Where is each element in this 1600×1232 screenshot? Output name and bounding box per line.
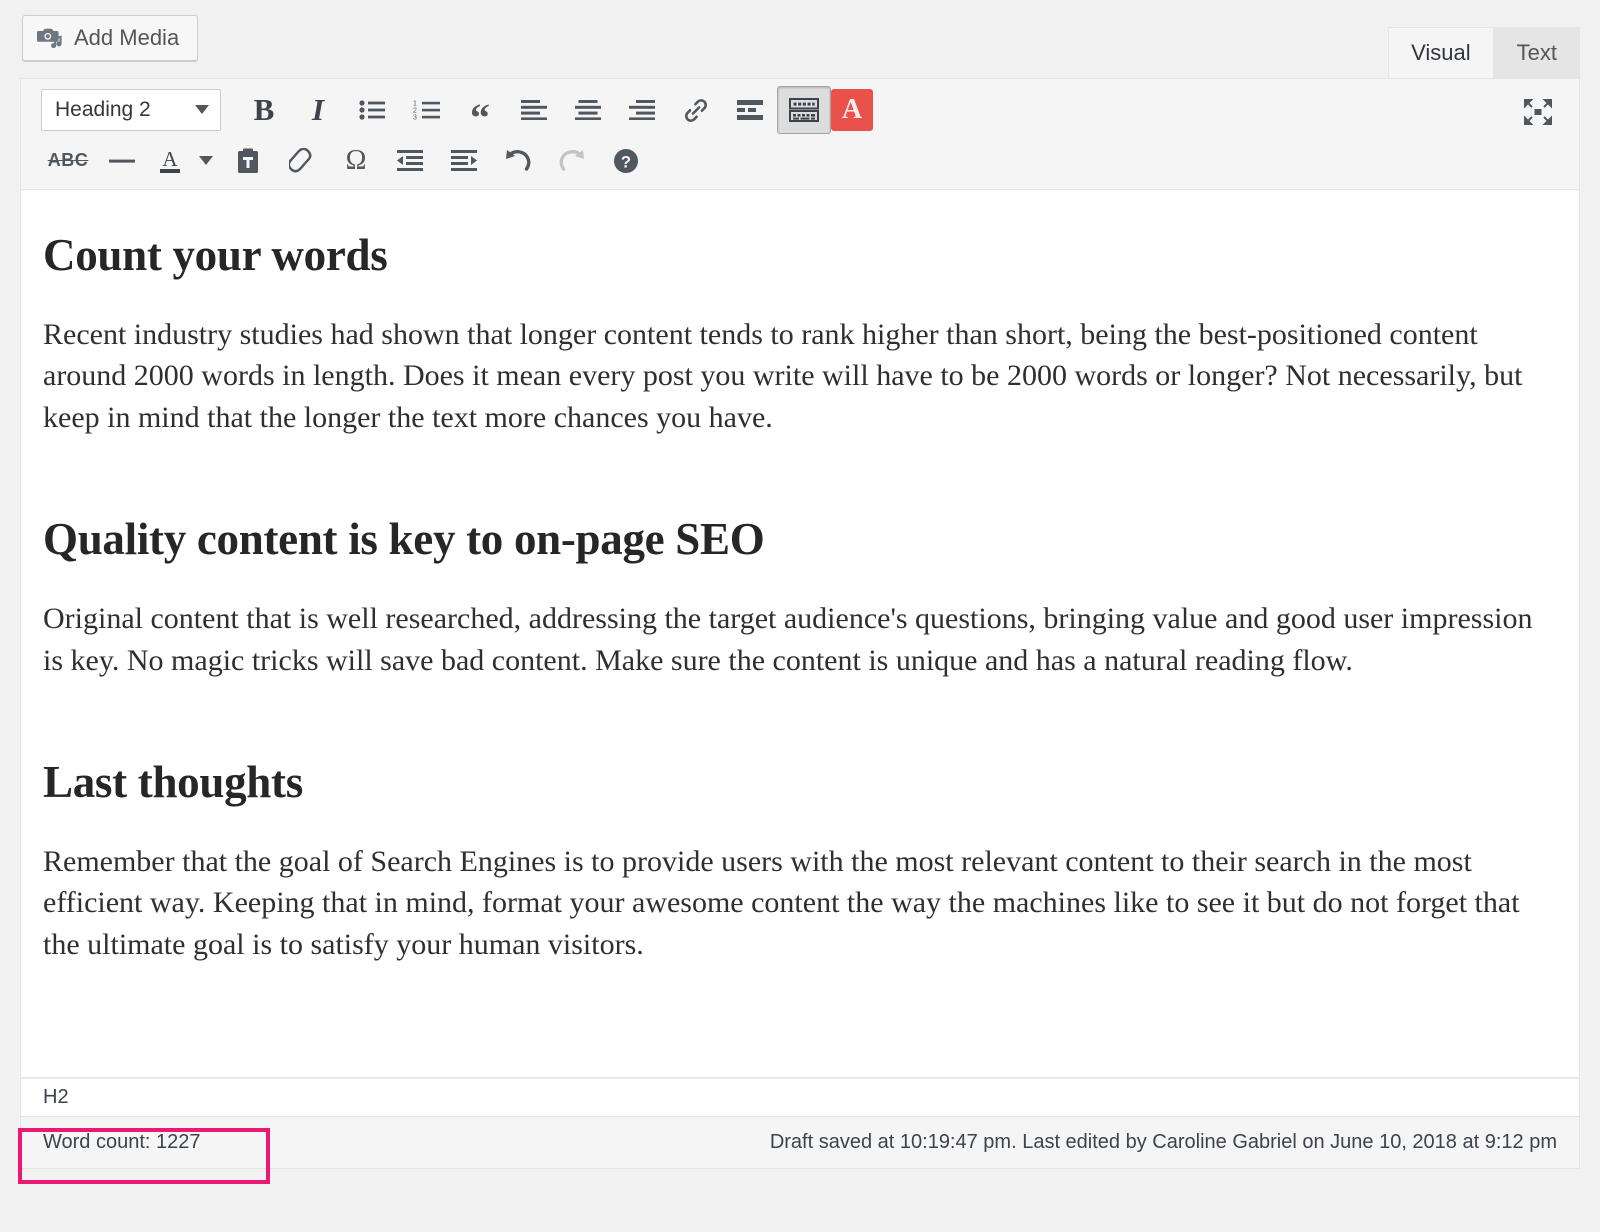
redo-button[interactable]	[545, 137, 599, 185]
paragraph-style-value: Heading 2	[55, 97, 151, 121]
clipboard-text-icon	[237, 148, 259, 174]
strikethrough-button[interactable]: ABC	[41, 137, 95, 185]
media-camera-note-icon	[37, 26, 63, 50]
editor-mode-tabs: Visual Text	[1388, 23, 1580, 79]
content-block: Quality content is key to on-page SEO Or…	[43, 512, 1557, 681]
outdent-icon	[397, 149, 423, 172]
align-right-icon	[629, 99, 655, 120]
content-paragraph: Recent industry studies had shown that l…	[43, 318, 1523, 434]
text-color-button[interactable]: A	[149, 137, 191, 185]
editor-top-bar: Add Media Visual Text	[0, 0, 1600, 79]
content-paragraph: Original content that is well researched…	[43, 602, 1533, 677]
numbered-list-icon: 1 2 3	[413, 99, 440, 121]
align-center-button[interactable]	[561, 86, 615, 134]
increase-indent-button[interactable]	[437, 137, 491, 185]
align-center-icon	[575, 99, 601, 120]
read-more-button[interactable]	[723, 86, 777, 134]
format-toolbar-row-1: Heading 2 B I 1 2 3 “ A	[21, 79, 1579, 140]
content-heading: Count your words	[43, 230, 388, 280]
toolbar-toggle-button[interactable]	[777, 85, 831, 134]
editor-status-bar: Word count: 1227 Draft saved at 10:19:47…	[20, 1117, 1580, 1169]
add-media-button[interactable]: Add Media	[22, 15, 199, 61]
content-paragraph: Remember that the goal of Search Engines…	[43, 844, 1520, 961]
svg-text:3: 3	[413, 114, 417, 121]
format-toolbar-row-2: ABC A Ω ?	[21, 136, 1579, 189]
format-toolbar: Heading 2 B I 1 2 3 “ A ABC A Ω ?	[20, 78, 1580, 190]
align-left-icon	[521, 99, 547, 120]
svg-text:2: 2	[413, 107, 417, 114]
help-question-icon: ?	[613, 148, 639, 174]
horizontal-line-button[interactable]	[95, 137, 149, 185]
undo-button[interactable]	[491, 137, 545, 185]
chevron-down-icon	[195, 105, 209, 114]
redo-arrow-icon	[558, 148, 586, 174]
paragraph-style-select[interactable]: Heading 2	[41, 88, 221, 131]
read-more-icon	[737, 99, 763, 120]
align-left-button[interactable]	[507, 86, 561, 134]
element-path: H2	[43, 1086, 69, 1108]
autosave-notice: Draft saved at 10:19:47 pm. Last edited …	[769, 1131, 1557, 1153]
keyboard-shortcuts-button[interactable]: ?	[599, 137, 653, 185]
align-right-button[interactable]	[615, 86, 669, 134]
decrease-indent-button[interactable]	[383, 137, 437, 185]
red-a-button[interactable]: A	[831, 88, 873, 131]
keyboard-toolbar-icon	[789, 97, 819, 122]
quote-icon: “	[470, 94, 490, 140]
element-path-bar: H2	[20, 1078, 1580, 1117]
bold-button[interactable]: B	[237, 86, 291, 134]
content-heading: Quality content is key to on-page SEO	[43, 514, 765, 565]
content-block: Last thoughts Remember that the goal of …	[43, 755, 1557, 965]
paste-as-text-button[interactable]	[221, 137, 275, 185]
numbered-list-button[interactable]: 1 2 3	[399, 86, 453, 134]
text-color-icon: A	[157, 147, 183, 175]
content-heading: Last thoughts	[43, 756, 303, 807]
post-content-editable[interactable]: Count your words Recent industry studies…	[20, 190, 1580, 1078]
insert-link-button[interactable]	[669, 86, 723, 134]
special-character-button[interactable]: Ω	[329, 137, 383, 185]
bulleted-list-button[interactable]	[345, 86, 399, 134]
link-icon	[682, 97, 710, 123]
italic-button[interactable]: I	[291, 86, 345, 134]
horizontal-rule-icon	[109, 158, 135, 164]
word-count-status: Word count: 1227	[43, 1131, 201, 1153]
text-color-dropdown[interactable]	[191, 137, 221, 185]
add-media-label: Add Media	[74, 25, 180, 50]
fullscreen-arrows-icon	[1523, 98, 1553, 126]
undo-arrow-icon	[504, 148, 532, 174]
indent-icon	[451, 149, 477, 172]
tab-visual[interactable]: Visual	[1388, 27, 1494, 79]
blockquote-button[interactable]: “	[453, 86, 507, 140]
chevron-down-icon	[199, 156, 213, 165]
svg-text:A: A	[162, 147, 178, 171]
bulleted-list-icon	[359, 99, 385, 121]
content-block: Count your words Recent industry studies…	[43, 228, 1557, 438]
tab-text[interactable]: Text	[1493, 27, 1580, 79]
svg-text:?: ?	[621, 152, 631, 171]
eraser-icon	[289, 147, 315, 174]
svg-text:1: 1	[413, 100, 417, 107]
clear-formatting-button[interactable]	[275, 137, 329, 185]
distraction-free-mode-button[interactable]	[1511, 88, 1565, 136]
